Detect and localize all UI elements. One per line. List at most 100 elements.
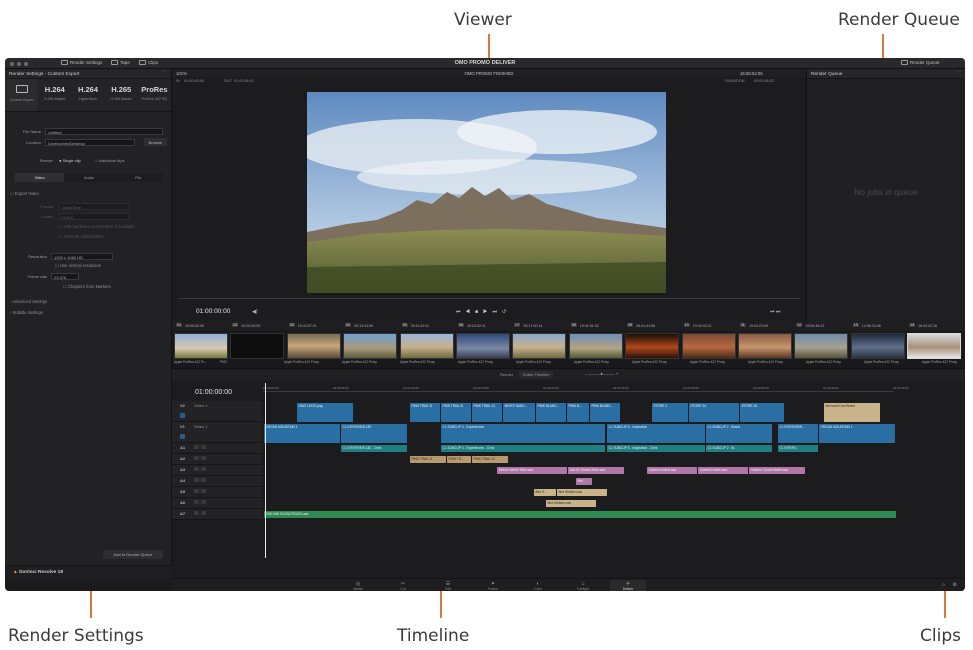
timeline-clip[interactable]: CL INTERVIEW 182 - Chris [341, 445, 407, 452]
timeline-clip[interactable]: CL SUBCLIP 2 - Br... [706, 445, 772, 452]
location-input[interactable]: /Users/chris/Desktop [45, 138, 135, 146]
clip-index-number[interactable]: 02 [232, 323, 239, 327]
resolution-select[interactable]: 1920 x 1080 HD [51, 252, 113, 260]
viewer-video-frame[interactable] [307, 92, 666, 293]
timeline-clip[interactable]: Bird Whistle.wav [557, 489, 607, 496]
mute-button[interactable] [201, 499, 206, 504]
network-opt-checkbox[interactable]: ☐ Network Optimization [59, 234, 104, 239]
vertical-res-checkbox[interactable]: ☐ Use vertical resolution [55, 263, 101, 268]
clip-thumbnail[interactable] [343, 333, 398, 359]
solo-button[interactable] [194, 466, 199, 471]
clip-thumbnail[interactable] [399, 333, 454, 359]
mute-button[interactable] [201, 455, 206, 460]
clip-index-number[interactable]: 08 [570, 323, 577, 327]
timeline-clip[interactable]: Cheerful chime.wav [647, 467, 697, 474]
track-header-a5[interactable]: A5 [172, 487, 262, 498]
clip-index-number[interactable]: 01 [176, 323, 182, 327]
scrubber-bar[interactable] [178, 298, 800, 299]
solo-button[interactable] [194, 444, 199, 449]
page-fairlight[interactable]: ♫ Fairlight [565, 581, 601, 591]
browse-button[interactable]: Browse [143, 138, 167, 146]
mute-button[interactable] [201, 488, 206, 493]
clip-thumbnail[interactable] [794, 333, 849, 359]
timeline-clip[interactable]: Salt-Air Stories Birds.wav [568, 467, 624, 474]
add-to-render-queue-button[interactable]: Add to Render Queue [103, 550, 163, 559]
track-lock-icon[interactable] [180, 413, 185, 418]
prev-next-clip-icon[interactable]: ⏮ ⏭ [770, 309, 780, 315]
playback-buttons[interactable]: ⏮◀■▶⏭↺ [456, 309, 511, 315]
clip-thumbnail[interactable] [286, 333, 341, 359]
track-header-a3[interactable]: A3 [172, 465, 262, 476]
solo-button[interactable] [194, 455, 199, 460]
single-clip-radio[interactable]: ● Single clip [59, 158, 81, 163]
solo-button[interactable] [194, 510, 199, 515]
timeline-clip[interactable]: STORE 34 [689, 403, 739, 422]
track-header-v1[interactable]: V1 Video 1 [172, 422, 262, 443]
timeline-clip[interactable]: ORGAN MOUNTAIN 1 [819, 424, 895, 443]
timeline-clip[interactable]: CL SUBCLIP 6 - Inspiration [607, 424, 705, 443]
mute-button[interactable] [201, 444, 206, 449]
clip-thumbnail[interactable] [512, 333, 567, 359]
preset-h265-master[interactable]: H.265 H.265 Master [105, 79, 138, 111]
timeline-clip[interactable]: ONE MIN SOUNDTRACK.wav [264, 511, 896, 518]
zoom-slider[interactable]: – ———●——— + [585, 371, 618, 376]
timeline-clip[interactable]: CL INTERV... [778, 445, 818, 452]
timeline-ruler[interactable]: 01:00:00:00 01:00:05:00 01:00:10:00 01:00:1… [263, 385, 909, 392]
timeline-clip[interactable]: CL SUBCLIP 6 - Inspiration - Chris [607, 445, 705, 452]
clip-thumbnail[interactable] [568, 333, 623, 359]
clip-thumbnail[interactable] [230, 333, 285, 359]
clip-index-number[interactable]: 13 [852, 323, 859, 327]
timeline-clip[interactable]: PINK TRAIL B [441, 403, 471, 422]
render-range-select[interactable]: Entire Timeline [519, 370, 554, 378]
timeline-clip[interactable]: Bird... [576, 478, 592, 485]
timeline-clip[interactable]: Outdoor Crowd Muffle.wav [749, 467, 805, 474]
timeline-clip[interactable]: STORE 2 [652, 403, 688, 422]
home-icon[interactable]: ⌂ [942, 582, 945, 588]
clip-index-number[interactable]: 06 [458, 323, 464, 327]
timeline-clip[interactable]: CL INTERVIEW 182 [341, 424, 407, 443]
clip-thumbnail[interactable] [850, 333, 905, 359]
render-queue-toggle[interactable]: Render Queue [901, 60, 940, 65]
mute-button[interactable] [201, 466, 206, 471]
clip-thumbnail[interactable] [907, 333, 962, 359]
timeline-clip[interactable]: ORGAN MOUNTAIN 1 [264, 424, 340, 443]
clip-index-number[interactable]: 05 [401, 323, 408, 327]
clip-index-number[interactable]: 07 [514, 323, 521, 327]
clip-thumbnail[interactable] [625, 333, 680, 359]
timeline-clip[interactable]: Cheerful chime.wav [698, 467, 748, 474]
more-options-icon[interactable]: ··· [162, 70, 167, 75]
timeline-clip[interactable]: CL SUBCLIP 3 - Experiences [441, 424, 605, 443]
page-edit[interactable]: ☰ Edit [430, 581, 466, 591]
clip-thumbnail[interactable] [174, 333, 228, 359]
timeline-clip[interactable]: Memorial Line Breed [824, 403, 880, 422]
page-media[interactable]: ◎ Media [340, 581, 376, 591]
timeline-clip[interactable]: Bird Whistle.wav [546, 500, 596, 507]
more-options-icon[interactable]: ··· [956, 70, 961, 75]
individual-clips-radio[interactable]: ○ Individual clips [95, 158, 125, 163]
page-color[interactable]: ◐ Color [520, 581, 556, 591]
mute-button[interactable] [201, 477, 206, 482]
volume-icon[interactable]: ◀) [252, 309, 258, 315]
timeline-clip[interactable]: Xtreme Winter Wind.wav [497, 467, 567, 474]
preset-h264-master[interactable]: H.264 H.264 Master [38, 79, 71, 111]
track-header-v2[interactable]: V2 Video 2 [172, 401, 262, 422]
page-fusion[interactable]: ✦ Fusion [475, 581, 511, 591]
clip-index-number[interactable]: 09 [627, 323, 634, 327]
track-lock-icon[interactable] [180, 434, 185, 439]
advanced-settings-toggle[interactable]: › Advanced Settings [10, 299, 47, 304]
hw-accel-checkbox[interactable]: ☐ Use hardware acceleration if available [59, 224, 135, 229]
clip-index-number[interactable]: 14 [909, 323, 916, 327]
tab-file[interactable]: File [114, 173, 163, 182]
preset-prores[interactable]: ProRes ProRes 422 HQ [138, 79, 171, 111]
solo-button[interactable] [194, 477, 199, 482]
filename-input[interactable]: Untitled [45, 127, 163, 135]
timeline-clip[interactable]: PINK BLANC... [590, 403, 620, 422]
format-select[interactable]: QuickTime [59, 202, 129, 210]
preset-hyperdeck[interactable]: H.264 HyperDeck [71, 79, 104, 111]
timeline-clip[interactable]: PINK B... [567, 403, 589, 422]
track-header-a1[interactable]: A1 [172, 443, 262, 454]
timeline-clip[interactable]: CL SUBCLIP 2 - Brand [706, 424, 772, 443]
timeline-clip[interactable]: CL INTERVIEW... [778, 424, 818, 443]
mute-button[interactable] [201, 510, 206, 515]
page-cut[interactable]: ✂ Cut [385, 581, 421, 591]
